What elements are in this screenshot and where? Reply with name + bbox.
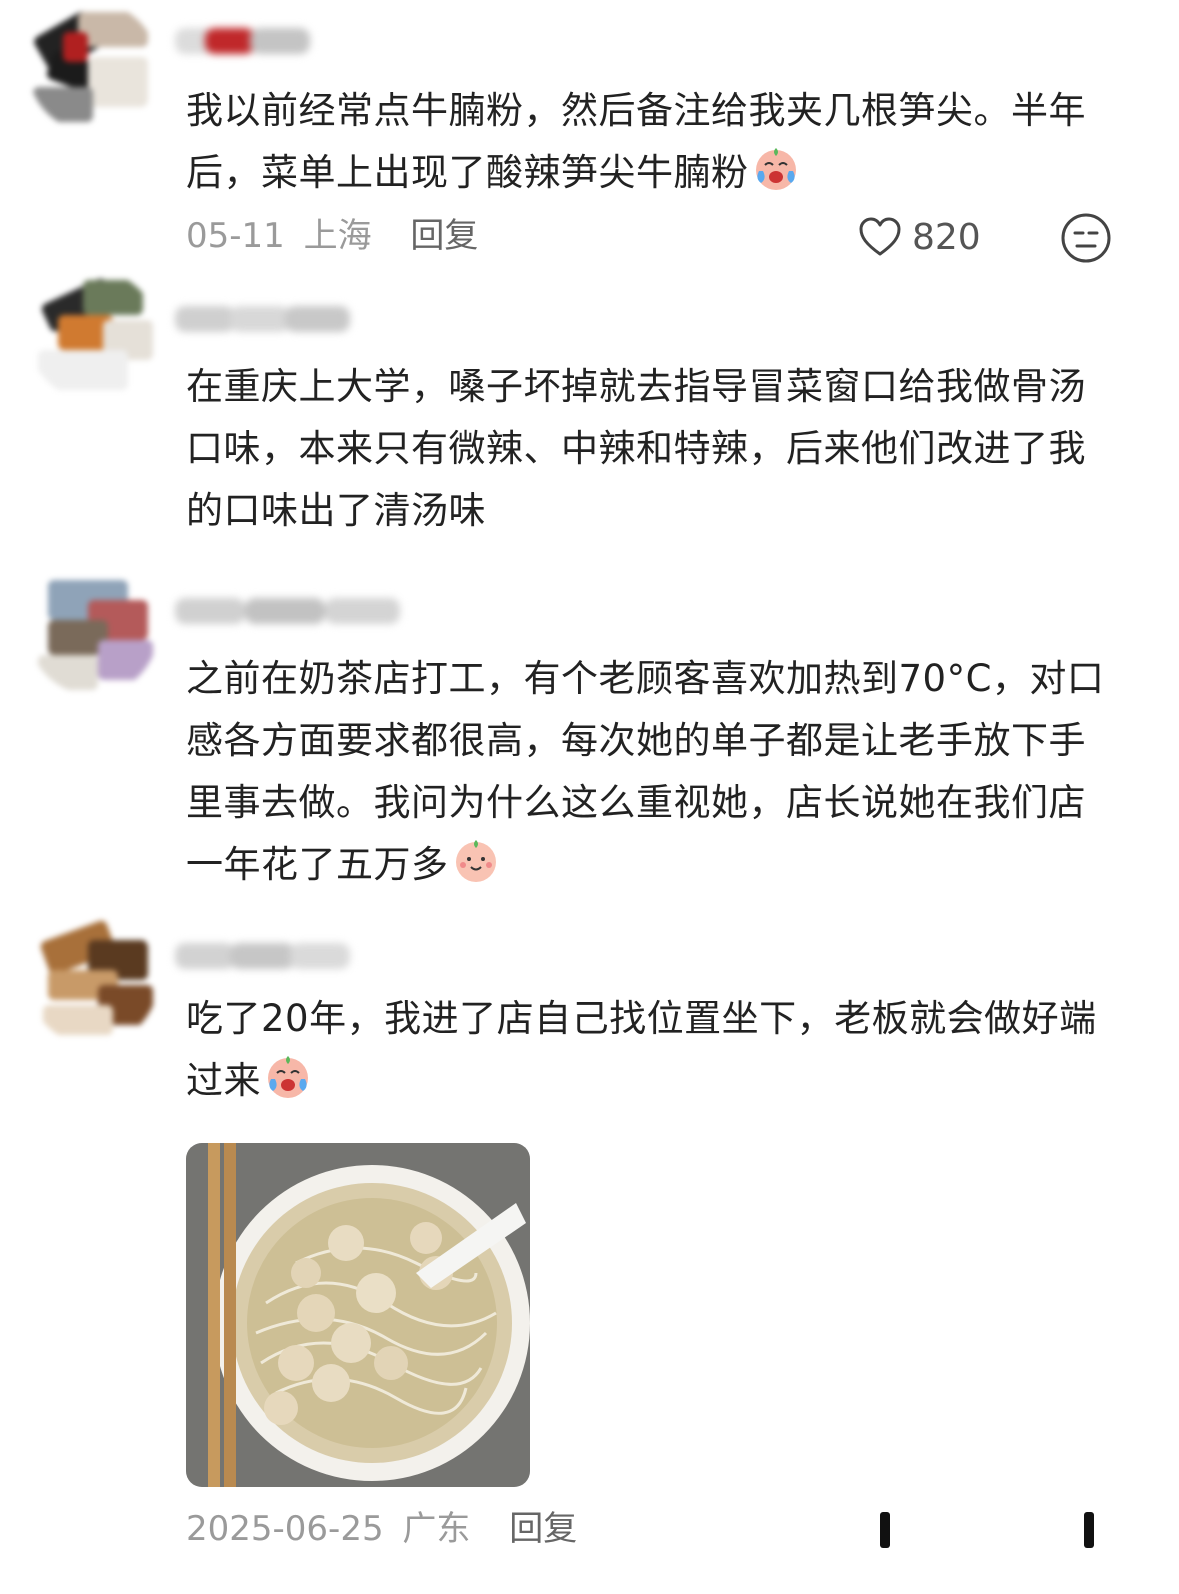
comment-date: 05-11 — [186, 216, 285, 256]
crying-laughing-emoji — [268, 1056, 308, 1098]
avatar[interactable] — [28, 565, 158, 695]
reply-button[interactable]: 回复 — [410, 211, 478, 261]
comment-date: 2025-06-25 — [186, 1509, 384, 1549]
comment-text: 吃了20年，我进了店自己找位置坐下，老板就会做好端过来 — [186, 997, 1097, 1102]
crying-laughing-emoji — [755, 148, 796, 190]
username[interactable] — [175, 937, 355, 977]
like-button[interactable]: 820 — [858, 213, 981, 263]
comment-location: 上海 — [303, 216, 372, 256]
meh-face-icon[interactable] — [1060, 212, 1112, 264]
like-button-partial-icon[interactable] — [880, 1512, 890, 1548]
dislike-button-partial-icon[interactable] — [1084, 1512, 1094, 1548]
avatar[interactable] — [28, 915, 158, 1045]
reply-button[interactable]: 回复 — [509, 1504, 577, 1554]
comment-text: 之前在奶茶店打工，有个老顾客喜欢加热到70°C，对口感各方面要求都很高，每次她的… — [186, 657, 1105, 886]
avatar[interactable] — [28, 2, 158, 132]
comment-text: 在重庆上大学，嗓子坏掉就去指导冒菜窗口给我做骨汤口味，本来只有微辣、中辣和特辣，… — [186, 365, 1086, 532]
comment-location: 广东 — [402, 1509, 471, 1549]
noodle-soup-photo[interactable] — [186, 1143, 530, 1487]
comment-text: 我以前经常点牛腩粉，然后备注给我夹几根笋尖。半年后，菜单上出现了酸辣笋尖牛腩粉 — [186, 89, 1086, 194]
comment-meta: 05-11 上海 回复 — [186, 211, 478, 261]
avatar[interactable] — [28, 270, 158, 400]
username[interactable] — [175, 592, 405, 632]
like-count: 820 — [912, 217, 981, 258]
username[interactable] — [175, 22, 315, 62]
comment-meta: 2025-06-25 广东 回复 — [186, 1504, 577, 1554]
heart-outline-icon — [859, 217, 901, 256]
username[interactable] — [175, 300, 355, 340]
smiling-peach-emoji — [455, 840, 496, 882]
